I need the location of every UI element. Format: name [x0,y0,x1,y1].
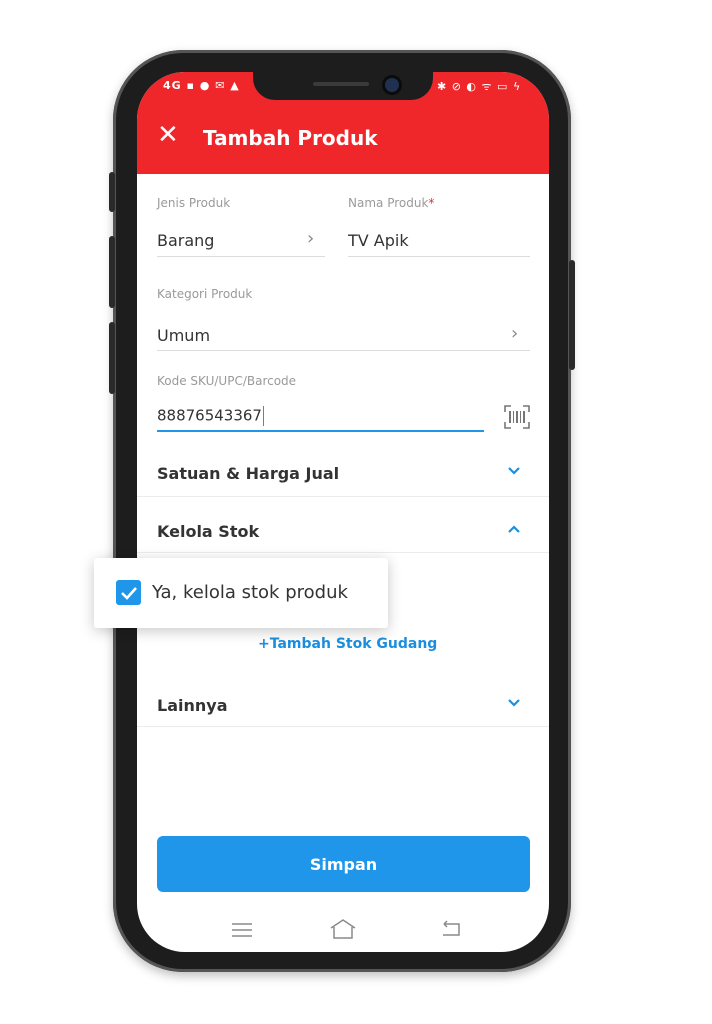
jenis-produk-field[interactable]: Barang › [157,222,325,256]
section-title: Kelola Stok [157,522,260,541]
phone-side-button-left-2 [109,236,115,308]
earpiece-speaker [313,82,369,86]
section-title: Lainnya [157,696,228,715]
barcode-scan-icon[interactable] [503,404,531,430]
jenis-produk-underline [157,256,325,257]
section-kelola-stok[interactable]: Kelola Stok [137,504,549,552]
front-camera [385,78,399,92]
checkmark-icon [120,586,137,600]
nama-produk-label: Nama Produk* [348,196,435,210]
status-left-icons: 4G ▪ ● ✉ ▲ [163,79,240,92]
kategori-produk-underline [157,350,530,351]
kode-sku-input[interactable]: 88876543367 [157,406,264,426]
kode-sku-label: Kode SKU/UPC/Barcode [157,374,297,388]
section-lainnya[interactable]: Lainnya [137,678,549,726]
nama-produk-input[interactable]: TV Apik [348,231,409,250]
chevron-down-icon [508,467,520,475]
section-divider [137,552,549,553]
system-nav-bar [137,908,549,952]
phone-side-button-right [569,260,575,370]
back-icon[interactable] [439,920,461,938]
kategori-produk-label: Kategori Produk [157,287,253,301]
chevron-down-icon [508,699,520,707]
close-icon[interactable]: ✕ [157,122,179,148]
kode-sku-underline [157,430,484,432]
menu-icon[interactable] [231,922,253,938]
section-divider [137,726,549,727]
required-mark: * [428,196,435,210]
kategori-produk-value: Umum [157,326,211,345]
nama-produk-underline [348,256,530,257]
jenis-produk-value: Barang [157,231,215,250]
app-bar: ✕ Tambah Produk [137,102,549,174]
tambah-stok-gudang-link[interactable]: +Tambah Stok Gudang [258,636,437,652]
kelola-stok-checkbox-label: Ya, kelola stok produk [152,582,348,603]
chevron-right-icon: › [307,228,315,249]
kelola-stok-checkbox[interactable] [116,580,141,605]
kategori-produk-field[interactable]: Umum › [157,318,530,350]
kelola-stok-checkbox-row[interactable]: Ya, kelola stok produk [94,558,388,628]
phone-side-button-left-3 [109,322,115,394]
home-icon[interactable] [329,918,357,940]
phone-side-button-left-1 [109,172,115,212]
phone-screen: 4G ▪ ● ✉ ▲ ✱ ⊘ ◐ ᯤ ▭ ϟ ✕ Tambah Produk J… [137,72,549,952]
section-title: Satuan & Harga Jual [157,464,340,483]
jenis-produk-label: Jenis Produk [157,196,231,210]
status-right-icons: ✱ ⊘ ◐ ᯤ ▭ ϟ [437,80,522,93]
camera-notch [253,72,433,100]
chevron-up-icon [508,525,520,533]
chevron-right-icon: › [511,323,519,344]
text-cursor [262,406,264,426]
section-satuan-harga-jual[interactable]: Satuan & Harga Jual [137,444,549,496]
page-title: Tambah Produk [203,126,378,150]
section-divider [137,496,549,497]
save-button[interactable]: Simpan [157,836,530,892]
